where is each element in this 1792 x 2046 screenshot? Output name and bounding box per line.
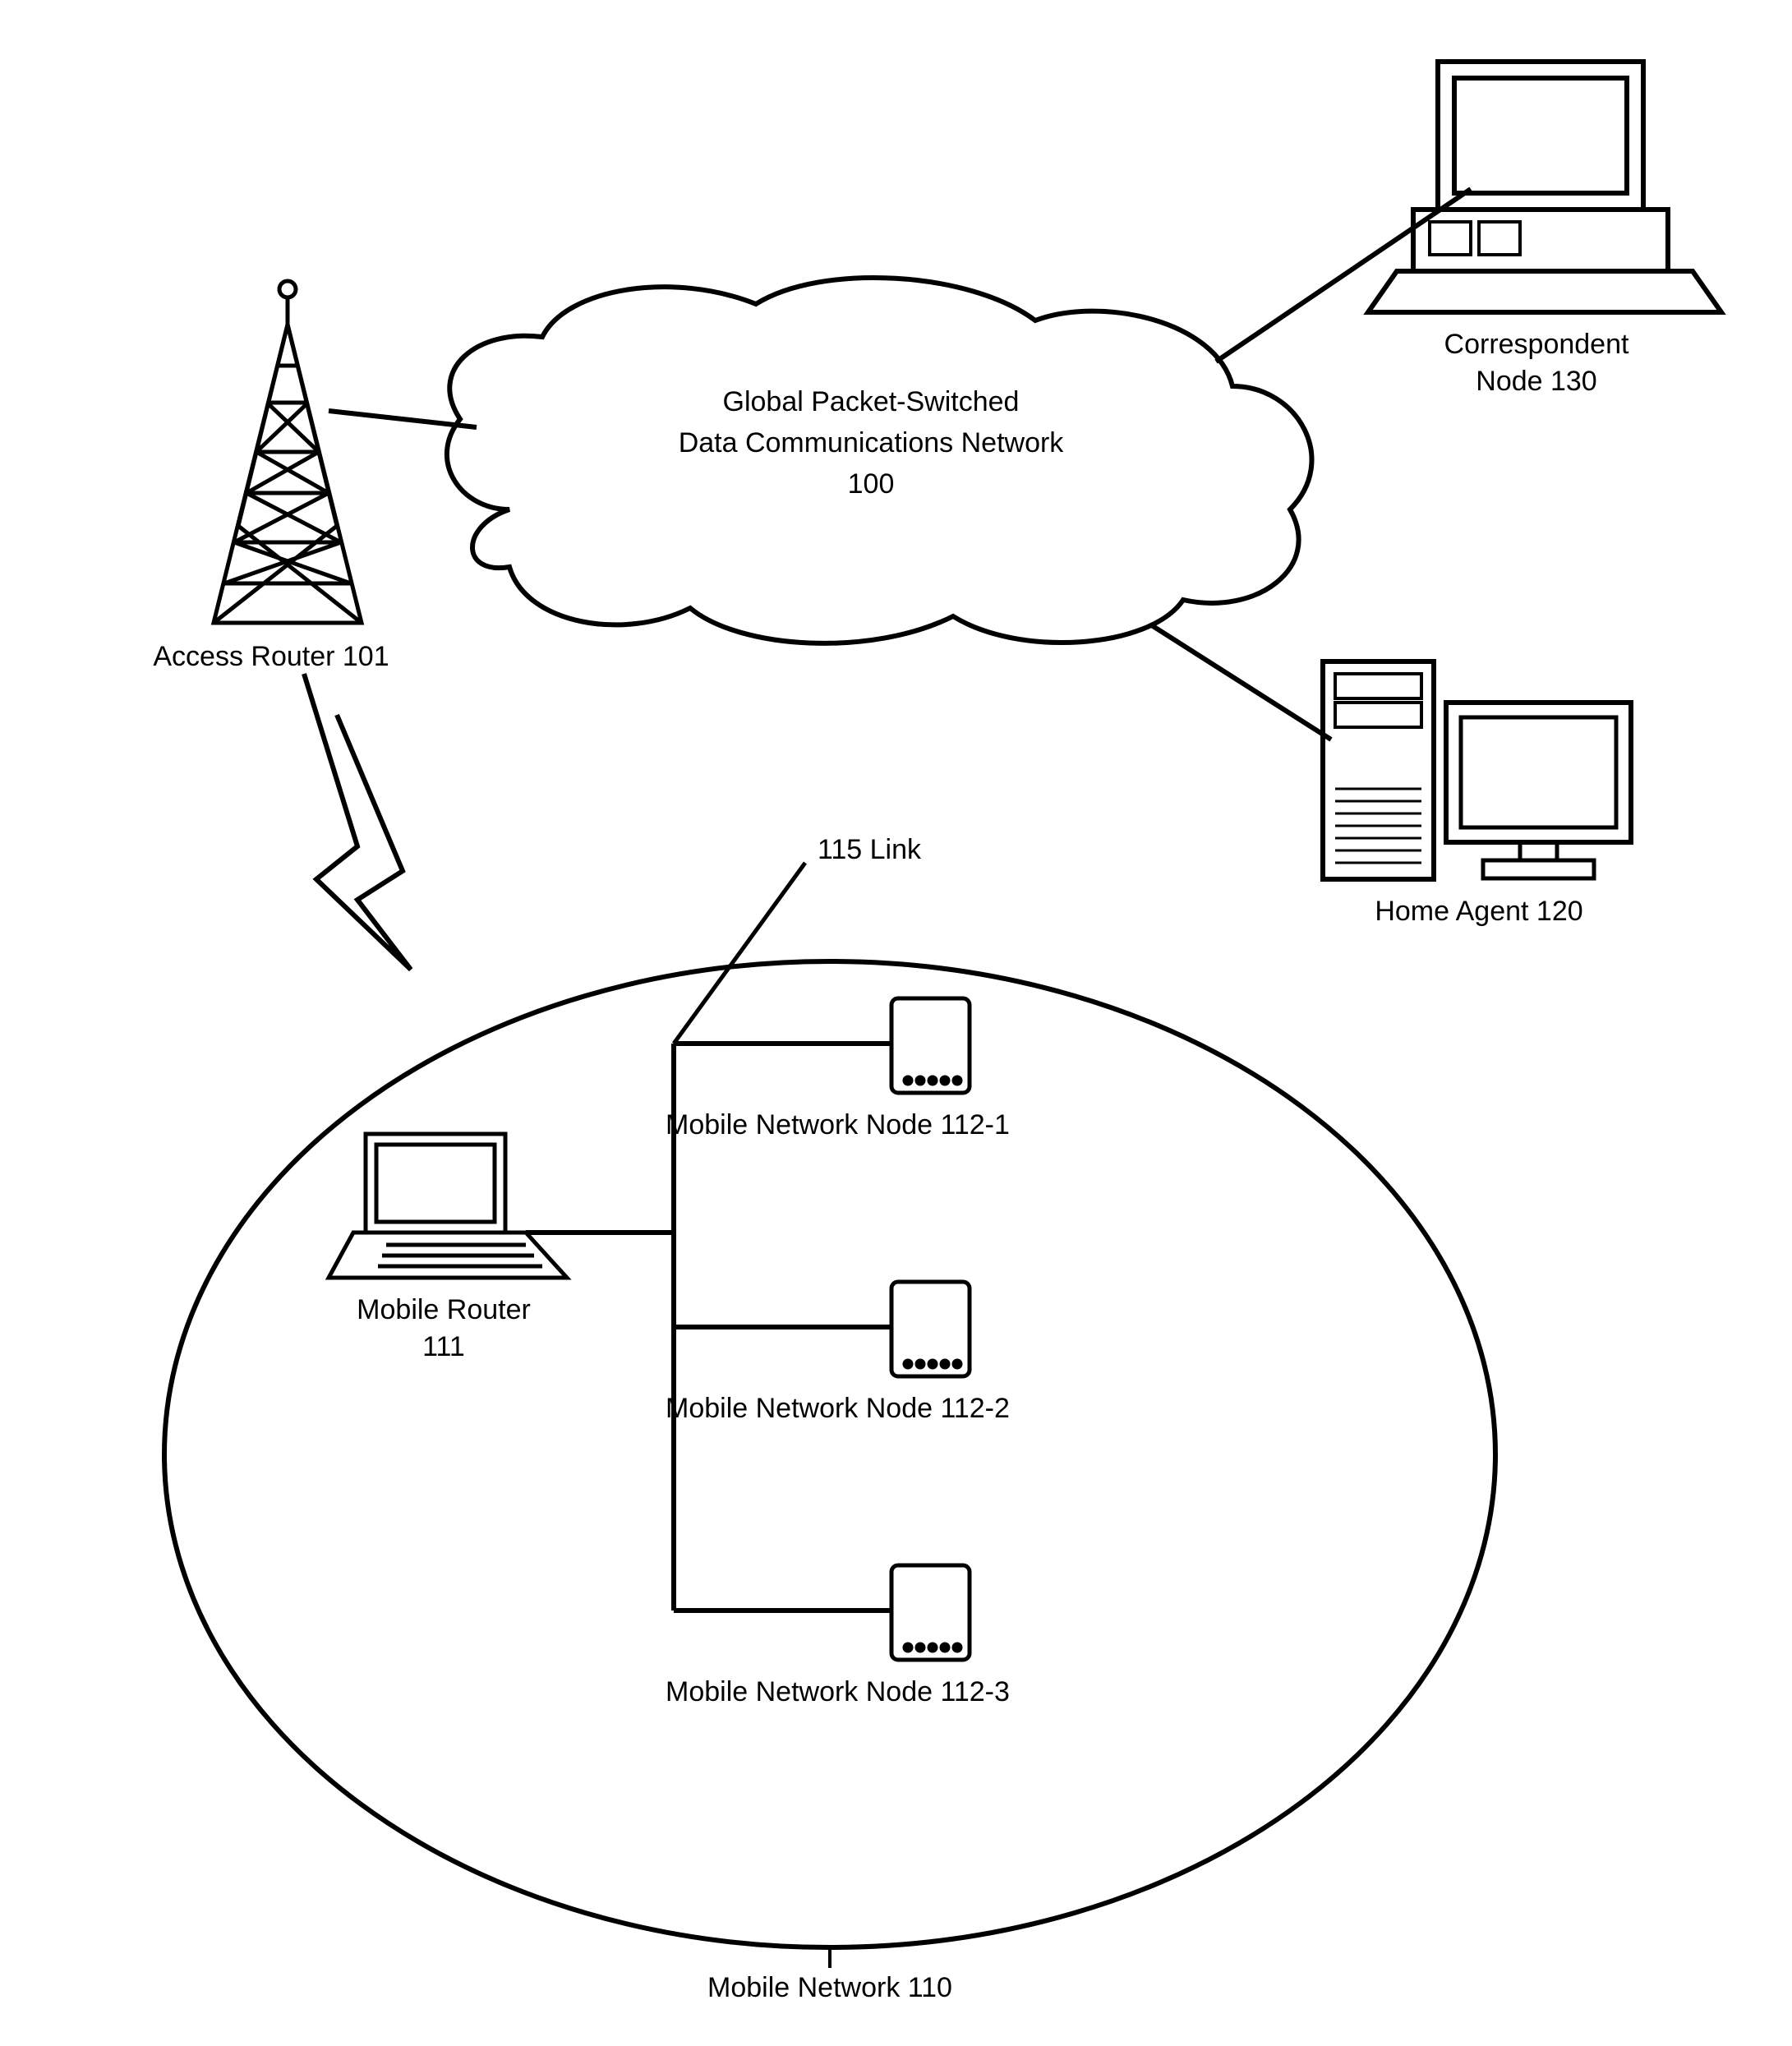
- mobile-network-node-2-label: Mobile Network Node 112-2: [666, 1393, 1010, 1424]
- home-agent-icon: [1323, 661, 1631, 879]
- access-router-icon: [214, 281, 362, 623]
- mobile-router-icon: [329, 1134, 567, 1278]
- link-cloud-homeagent: [1150, 624, 1331, 740]
- correspondent-node-label-2: Node 130: [1476, 366, 1596, 397]
- correspondent-node-label-1: Correspondent: [1444, 329, 1629, 360]
- home-agent-label: Home Agent 120: [1375, 896, 1582, 927]
- mobile-router-label-2: 111: [422, 1331, 465, 1362]
- cloud-text-line2: Data Communications Network: [679, 427, 1065, 459]
- wireless-link: [304, 674, 411, 970]
- mobile-network-node-1-label: Mobile Network Node 112-1: [666, 1109, 1010, 1141]
- access-router-label: Access Router 101: [153, 641, 389, 672]
- diagram-canvas: Global Packet-Switched Data Communicatio…: [0, 0, 1792, 2046]
- cloud-network: Global Packet-Switched Data Communicatio…: [447, 278, 1312, 643]
- leader-link-115: [674, 863, 805, 1044]
- link-cloud-correspondent: [1216, 189, 1471, 362]
- mobile-network-node-1-icon: [891, 998, 970, 1093]
- cloud-text-line1: Global Packet-Switched: [723, 386, 1020, 417]
- cloud-text-line3: 100: [848, 468, 895, 500]
- mobile-router-label-1: Mobile Router: [357, 1294, 531, 1325]
- link-label: 115 Link: [818, 834, 922, 865]
- correspondent-node-icon: [1368, 62, 1721, 312]
- mobile-network-node-3-label: Mobile Network Node 112-3: [666, 1676, 1010, 1707]
- mobile-network-label: Mobile Network 110: [707, 1972, 952, 2003]
- mobile-network-node-2-icon: [891, 1282, 970, 1376]
- mobile-network-node-3-icon: [891, 1565, 970, 1660]
